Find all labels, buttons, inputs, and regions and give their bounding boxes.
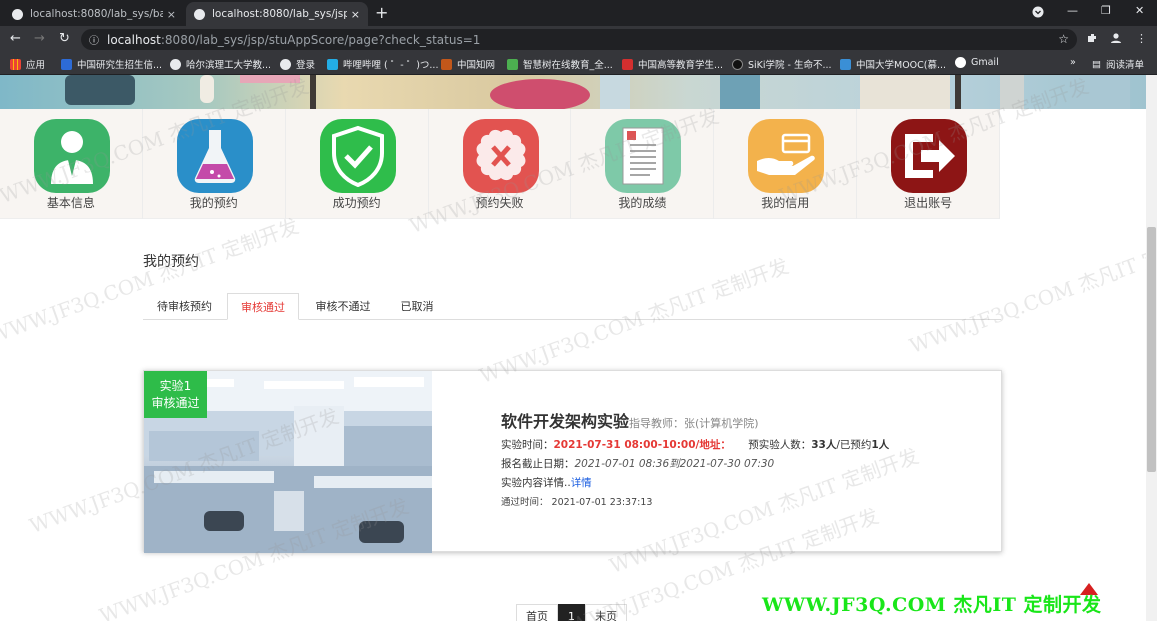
bookmarks-bar: 应用 中国研究生招生信... 哈尔滨理工大学教... 登录 哔哩哔哩 ( ゜- … xyxy=(0,53,1157,75)
bookmark-item[interactable]: 中国大学MOOC(慕... xyxy=(840,57,946,71)
globe-icon xyxy=(194,8,205,20)
cnki-icon xyxy=(441,58,452,70)
bookmark-item[interactable]: 登录 xyxy=(280,57,315,71)
menu-item-my-score[interactable]: 我的成绩 xyxy=(571,109,715,219)
page-content: 基本信息 我的预约 成功预约 预约失败 我的成绩 我的信用 退出账号 我的预约 … xyxy=(0,75,1146,621)
reading-list-icon: ▤ xyxy=(1092,58,1101,70)
lab-photo: 实验1 审核通过 xyxy=(144,371,432,553)
browser-tab-strip: localhost:8080/lab_sys/back/m × localhos… xyxy=(0,0,1157,26)
reading-list[interactable]: ▤ 阅读清单 xyxy=(1092,57,1144,72)
new-tab-button[interactable]: + xyxy=(375,3,388,22)
bilibili-icon xyxy=(327,58,338,70)
browser-menu-icon[interactable]: ⋮ xyxy=(1136,32,1147,45)
menu-item-basic-info[interactable]: 基本信息 xyxy=(0,109,143,219)
last-page-button[interactable]: 末页 xyxy=(585,604,627,621)
siki-icon xyxy=(732,58,743,70)
globe-icon xyxy=(280,58,291,70)
page-title: 我的预约 xyxy=(143,254,199,270)
browser-tab-active[interactable]: localhost:8080/lab_sys/jsp/stu × xyxy=(186,2,368,26)
card-hand-icon xyxy=(748,119,825,193)
experiment-time-row: 实验时间：2021-07-31 08:00-10:00/地址： 预实验人数：33… xyxy=(501,439,890,451)
browser-toolbar: ← → ↻ ⓘ localhost:8080/lab_sys/jsp/stuAp… xyxy=(0,26,1157,53)
forward-icon[interactable]: → xyxy=(34,31,45,46)
close-window-icon[interactable]: ✕ xyxy=(1135,4,1144,17)
globe-icon xyxy=(170,58,181,70)
user-icon xyxy=(34,119,110,193)
reload-icon[interactable]: ↻ xyxy=(59,31,70,46)
watermark: WWW.JF3Q.COM 杰凡IT 定制开发 xyxy=(0,213,302,349)
menu-item-my-reservation[interactable]: 我的预约 xyxy=(143,109,286,219)
menu-item-logout[interactable]: 退出账号 xyxy=(857,109,1001,219)
flask-icon xyxy=(176,119,253,193)
site-icon xyxy=(507,58,518,70)
minimize-icon[interactable]: — xyxy=(1067,4,1078,17)
watermark: WWW.JF3Q.COM 杰凡IT 定制开发 xyxy=(906,223,1146,359)
tab-cancelled[interactable]: 已取消 xyxy=(389,293,445,320)
bookmark-item[interactable]: 哔哩哔哩 ( ゜- ゜)つ... xyxy=(327,57,438,71)
bookmark-item[interactable]: 智慧树在线教育_全... xyxy=(507,57,613,71)
site-icon xyxy=(622,58,633,70)
cancel-icon xyxy=(462,119,539,193)
bookmark-item[interactable]: 中国研究生招生信... xyxy=(61,57,162,71)
banner-art xyxy=(65,75,1130,109)
globe-icon xyxy=(12,8,23,20)
first-page-button[interactable]: 首页 xyxy=(516,604,558,621)
browser-tab-back[interactable]: localhost:8080/lab_sys/back/m × xyxy=(4,2,184,26)
page-number-button[interactable]: 1 xyxy=(558,604,585,621)
pagination: 首页 1 末页 xyxy=(516,604,627,621)
tab-approved[interactable]: 审核通过 xyxy=(227,293,299,320)
status-badge: 实验1 审核通过 xyxy=(144,371,207,418)
footer-watermark: WWW.JF3Q.COM 杰凡IT 定制开发 xyxy=(762,594,1102,616)
shield-check-icon xyxy=(319,119,396,193)
more-bookmarks-icon[interactable]: » xyxy=(1070,57,1076,68)
extensions-icon[interactable] xyxy=(1086,32,1098,47)
detail-link[interactable]: 详情 xyxy=(571,477,592,489)
scrollbar-thumb[interactable] xyxy=(1147,227,1156,472)
status-tabs: 待审核预约 审核通过 审核不通过 已取消 xyxy=(143,293,1001,320)
profile-menu-icon[interactable] xyxy=(1032,6,1044,21)
page-scrollbar[interactable] xyxy=(1146,75,1157,621)
google-icon xyxy=(955,57,966,68)
bookmark-item[interactable]: Gmail xyxy=(955,57,999,68)
site-icon xyxy=(61,58,72,70)
logout-icon xyxy=(891,119,968,193)
tab-pending[interactable]: 待审核预约 xyxy=(143,293,226,320)
pass-time: 通过时间： 2021-07-01 23:37:13 xyxy=(501,497,653,508)
reservation-card[interactable]: 实验1 审核通过 软件开发架构实验指导教师：张(计算机学院) 实验时间：2021… xyxy=(143,370,1002,553)
teacher-label: 指导教师：张(计算机学院) xyxy=(629,417,759,430)
address-bar[interactable]: ⓘ localhost:8080/lab_sys/jsp/stuAppScore… xyxy=(81,29,1077,50)
tab-rejected[interactable]: 审核不通过 xyxy=(303,293,383,320)
detail-row: 实验内容详情..详情 xyxy=(501,477,592,489)
info-icon[interactable]: ⓘ xyxy=(89,32,99,47)
bookmark-apps[interactable]: 应用 xyxy=(10,57,45,71)
bookmark-item[interactable]: 中国高等教育学生... xyxy=(622,57,723,71)
bookmark-item[interactable]: 中国知网 xyxy=(441,57,495,71)
bookmark-item[interactable]: 哈尔滨理工大学教... xyxy=(170,57,271,71)
maximize-icon[interactable]: ❐ xyxy=(1101,4,1111,17)
menu-item-success-reservation[interactable]: 成功预约 xyxy=(286,109,429,219)
experiment-title: 软件开发架构实验指导教师：张(计算机学院) xyxy=(501,412,759,431)
function-menu: 基本信息 我的预约 成功预约 预约失败 我的成绩 我的信用 退出账号 xyxy=(0,109,1001,219)
close-tab-icon[interactable]: × xyxy=(351,8,360,21)
deadline-row: 报名截止日期：2021-07-01 08:36到2021-07-30 07:30 xyxy=(501,458,775,470)
document-icon xyxy=(605,119,682,193)
menu-item-my-credit[interactable]: 我的信用 xyxy=(714,109,858,219)
account-icon[interactable] xyxy=(1110,32,1122,47)
back-icon[interactable]: ← xyxy=(10,31,21,46)
menu-item-failed-reservation[interactable]: 预约失败 xyxy=(429,109,572,219)
bookmark-item[interactable]: SiKi学院 - 生命不... xyxy=(732,57,832,71)
bookmark-star-icon[interactable]: ☆ xyxy=(1058,32,1069,46)
header-banner xyxy=(0,75,1146,109)
mooc-icon xyxy=(840,58,851,70)
close-tab-icon[interactable]: × xyxy=(167,8,176,21)
apps-grid-icon xyxy=(10,58,21,70)
